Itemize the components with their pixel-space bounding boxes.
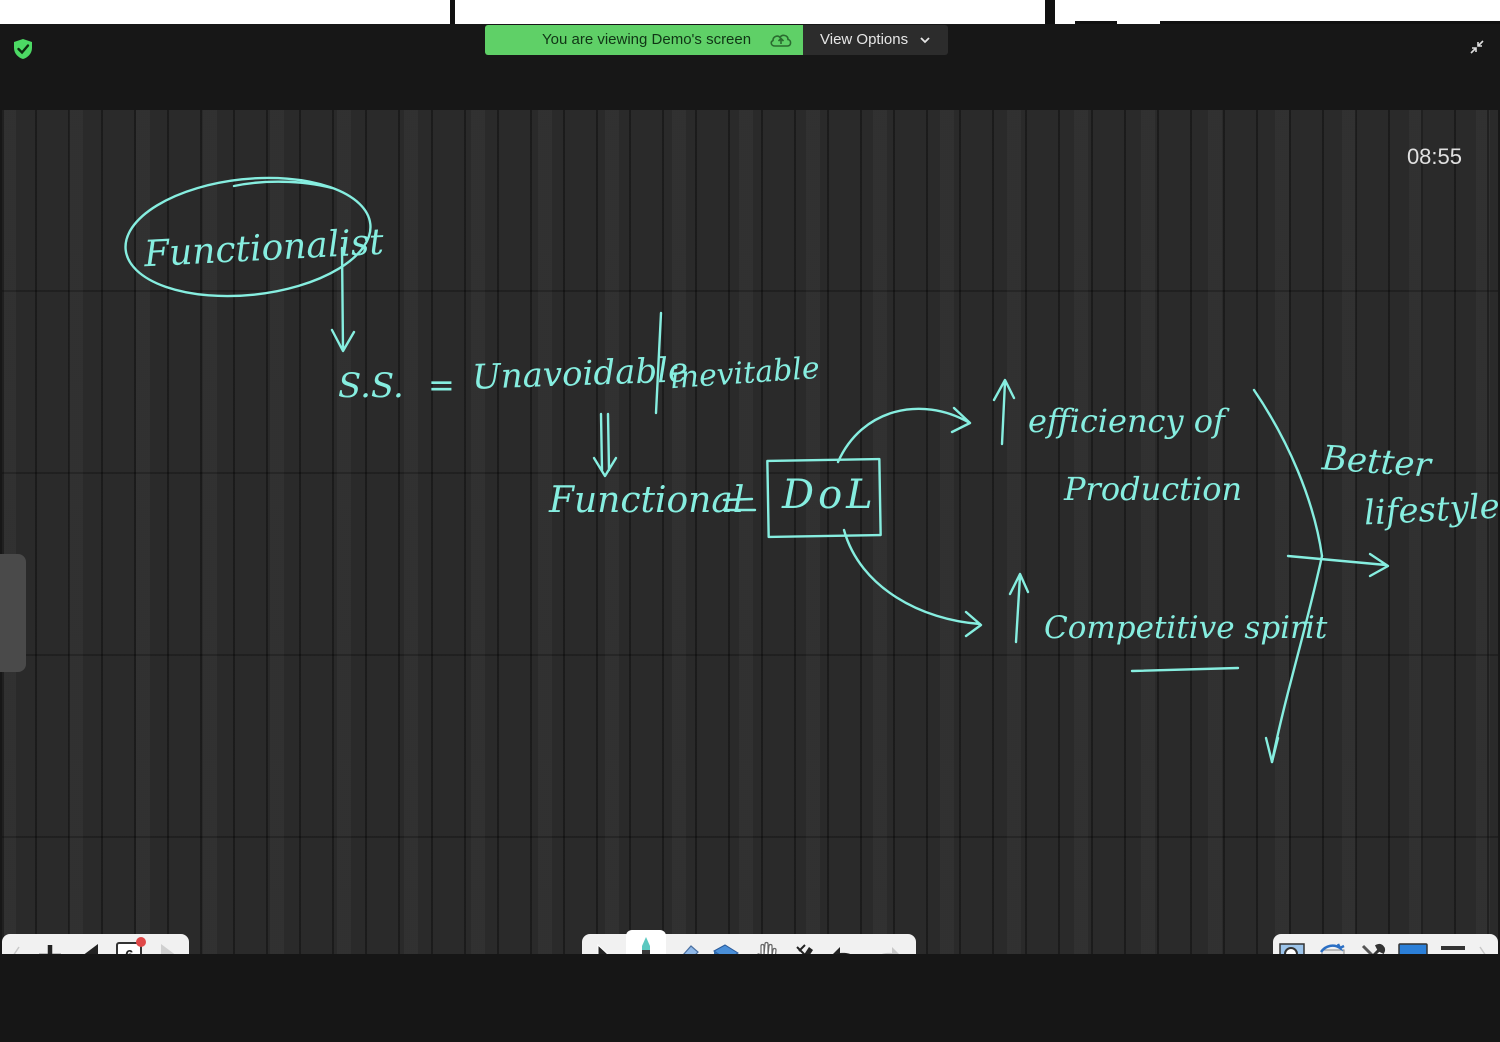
underline-spirit — [1130, 666, 1240, 673]
cloud-icon[interactable] — [769, 31, 793, 49]
ink-equals: = — [428, 366, 455, 404]
side-panel-handle[interactable] — [0, 554, 26, 672]
exit-fullscreen-icon[interactable] — [1468, 38, 1486, 56]
arrow-to-efficiency — [836, 406, 972, 464]
strip-divider — [450, 0, 455, 24]
bottom-panel — [0, 954, 1500, 1042]
chevron-down-icon — [920, 37, 930, 44]
ink-functional: Functional — [549, 480, 745, 521]
double-arrow-down — [592, 412, 618, 478]
ink-competitive: Competitive spirit — [1044, 610, 1328, 646]
notification-dot — [136, 937, 147, 947]
ink-lifestyle: lifestyle — [1363, 486, 1498, 534]
ink-production: Production — [1064, 470, 1243, 508]
ink-better: Better — [1320, 438, 1433, 486]
up-arrow-efficiency — [992, 378, 1016, 446]
up-arrow-competitive — [1008, 572, 1030, 644]
top-strip — [0, 0, 1500, 24]
ink-unavoidable: Unavoidable — [471, 350, 689, 398]
ink-ss: S.S. — [338, 366, 404, 406]
view-options-button[interactable]: View Options — [803, 25, 948, 55]
screen-share-window: You are viewing Demo's screen View Optio… — [0, 24, 1500, 1042]
screen-share-banner: You are viewing Demo's screen View Optio… — [485, 25, 948, 55]
bracket-upper — [1252, 388, 1324, 558]
ink-dol: DoL — [782, 472, 877, 518]
whiteboard-canvas[interactable]: 08:55 Functionalist S.S. = Unavoidable i… — [2, 110, 1498, 954]
arrow-to-lifestyle — [1286, 552, 1390, 578]
ink-equals-2: = — [722, 478, 723, 479]
view-options-label: View Options — [820, 31, 909, 48]
viewing-text: You are viewing Demo's screen — [542, 31, 752, 48]
viewing-status: You are viewing Demo's screen — [485, 25, 803, 55]
shield-icon — [14, 39, 32, 59]
strip-divider — [1045, 0, 1055, 24]
arrow-to-competitive — [842, 528, 983, 638]
ink-efficiency: efficiency of — [1028, 402, 1225, 440]
bracket-lower — [1270, 554, 1324, 764]
bracket-tip — [1264, 736, 1280, 764]
